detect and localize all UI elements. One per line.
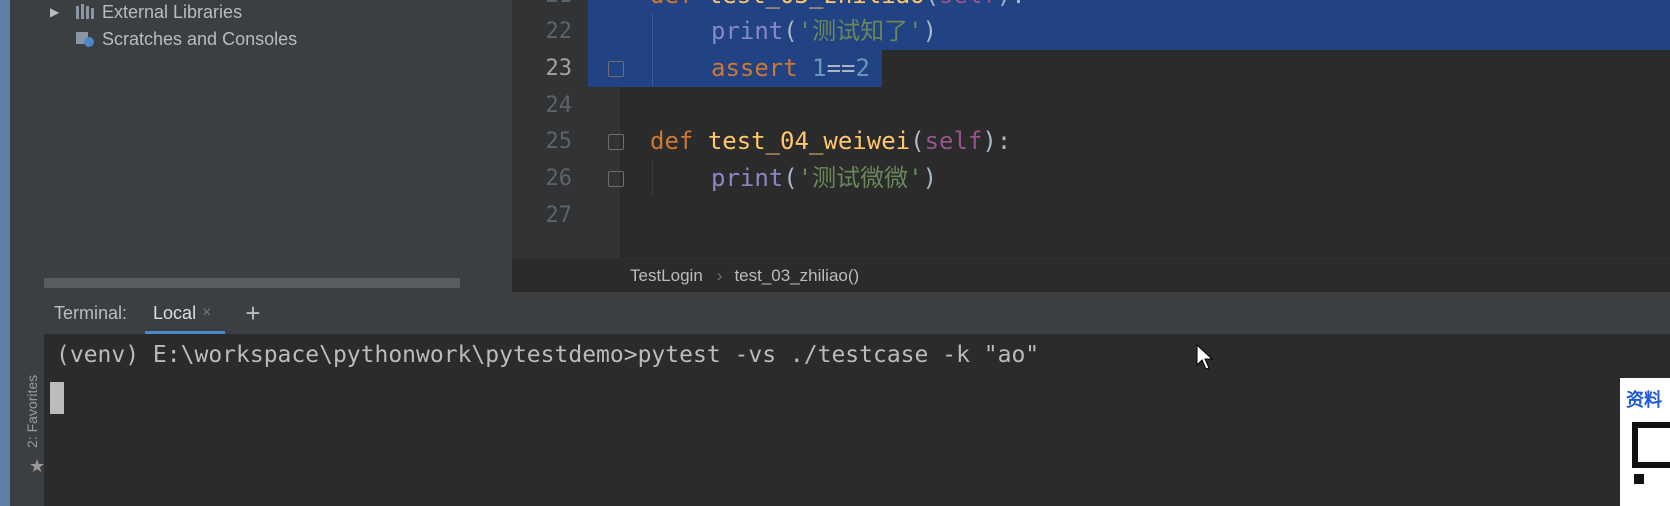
tree-item-label: Scratches and Consoles xyxy=(102,28,298,49)
function-name: test_03_zhiliao xyxy=(708,0,925,9)
mouse-pointer-icon xyxy=(1196,344,1214,370)
qr-code-icon xyxy=(1634,474,1644,484)
line-number: 24 xyxy=(545,93,573,118)
keyword: def xyxy=(650,127,694,155)
line-number: 25 xyxy=(545,129,573,154)
line-number: 27 xyxy=(545,203,573,228)
paren: ) xyxy=(922,164,938,192)
terminal-header: Terminal: Local × + xyxy=(44,292,1670,335)
code-line-27: 27 xyxy=(512,196,1670,235)
code-line-26: 26 print('测试微微') xyxy=(512,159,1670,198)
tab-local[interactable]: Local × xyxy=(144,292,226,334)
paren: ( xyxy=(910,127,925,155)
promo-text: 资料 xyxy=(1626,390,1662,410)
breadcrumb-method[interactable]: test_03_zhiliao() xyxy=(734,266,859,286)
self-param: self xyxy=(939,0,997,9)
chevron-right-icon: › xyxy=(716,266,723,285)
terminal-output[interactable]: (venv) E:\workspace\pythonwork\pytestdem… xyxy=(44,334,1670,506)
expand-arrow-icon[interactable]: ▶ xyxy=(50,5,64,19)
window-edge xyxy=(0,0,10,506)
terminal-title: Terminal: xyxy=(54,302,128,323)
breadcrumb-class[interactable]: TestLogin xyxy=(630,266,703,286)
promo-card[interactable]: 资料 xyxy=(1620,378,1670,506)
self-param: self xyxy=(924,127,983,155)
tree-item-scratches[interactable]: ▶ Scratches and Consoles xyxy=(44,27,297,51)
terminal-command-line: (venv) E:\workspace\pythonwork\pytestdem… xyxy=(56,342,1040,368)
star-icon[interactable]: ★ xyxy=(29,456,45,477)
line-number: 23 xyxy=(545,56,573,81)
paren: ( xyxy=(783,17,798,45)
tree-item-external-libraries[interactable]: ▶ External Libraries xyxy=(44,0,242,24)
string-literal: '测试微微' xyxy=(797,164,923,192)
keyword: def xyxy=(650,0,693,9)
horizontal-scrollbar[interactable] xyxy=(44,278,460,288)
close-icon[interactable]: × xyxy=(202,304,211,322)
paren: ): xyxy=(997,0,1026,9)
paren: ) xyxy=(922,17,938,45)
tab-label: Local xyxy=(153,302,197,323)
code-line-23: 23 assert 1==2 xyxy=(512,49,1670,88)
breadcrumb: TestLogin › test_03_zhiliao() xyxy=(512,258,1670,293)
number: 2 xyxy=(855,54,870,82)
code-line-25: 25 def test_04_weiwei(self): xyxy=(512,122,1670,161)
code-line-22: 22 print('测试知了') xyxy=(512,12,1670,51)
favorites-label[interactable]: 2: Favorites xyxy=(24,375,40,448)
fold-marker-icon[interactable] xyxy=(608,134,624,150)
string-literal: '测试知了' xyxy=(797,17,923,45)
builtin: print xyxy=(711,17,784,45)
code-editor[interactable]: 21 def test_03_zhiliao(self): 22 print('… xyxy=(512,0,1670,258)
line-number: 22 xyxy=(545,19,573,44)
tree-item-label: External Libraries xyxy=(102,1,243,22)
qr-code-icon xyxy=(1632,422,1670,468)
keyword: assert xyxy=(711,54,798,82)
builtin: print xyxy=(711,164,784,192)
favorites-strip: 2: Favorites ★ xyxy=(10,0,45,506)
operator: == xyxy=(826,54,856,82)
scratches-icon xyxy=(76,32,94,47)
fold-marker-icon[interactable] xyxy=(608,61,624,77)
terminal-cursor xyxy=(50,382,64,414)
line-number: 26 xyxy=(545,166,573,191)
project-panel: ▶ External Libraries ▶ Scratches and Con… xyxy=(44,0,512,292)
paren: ): xyxy=(982,127,1012,155)
add-tab-button[interactable]: + xyxy=(245,298,260,329)
library-icon xyxy=(76,4,94,19)
fold-marker-icon[interactable] xyxy=(608,171,624,187)
paren: ( xyxy=(925,0,939,9)
function-name: test_04_weiwei xyxy=(707,127,911,155)
paren: ( xyxy=(783,164,798,192)
code-line-24: 24 xyxy=(512,86,1670,125)
number: 1 xyxy=(812,54,827,82)
